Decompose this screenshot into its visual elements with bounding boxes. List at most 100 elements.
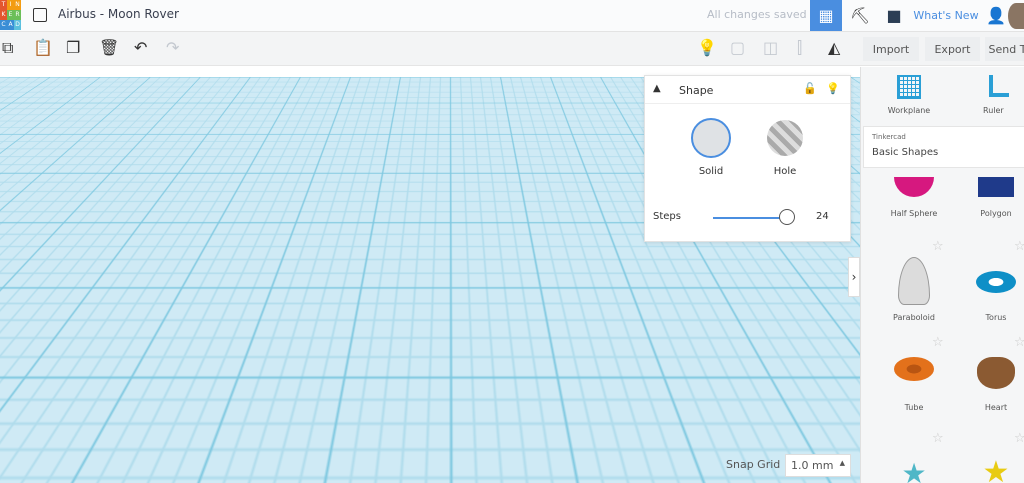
library-source: Tinkercad (872, 133, 906, 141)
avatar[interactable] (1008, 0, 1024, 31)
caret-icon: ▲ (839, 459, 845, 467)
resize-handle[interactable] (499, 329, 508, 338)
shape-star[interactable]: ★ (873, 457, 955, 483)
home-view-icon[interactable]: ⌂ (1, 160, 27, 186)
collapse-sidebar-button[interactable]: › (848, 257, 860, 297)
mirror-icon[interactable]: ◭ (828, 38, 840, 57)
paste-icon[interactable]: 📋 (33, 38, 53, 57)
pickaxe-icon[interactable]: ⛏ (843, 0, 877, 31)
export-button[interactable]: Export (925, 37, 980, 61)
favorite-star-icon[interactable]: ☆ (1014, 335, 1024, 350)
logo-letter: R (14, 10, 21, 20)
zoom-out-icon[interactable]: − (1, 271, 27, 297)
design-list-icon[interactable] (33, 8, 47, 22)
view-cube-front[interactable]: FRONT (14, 101, 58, 127)
rotate-handle-icon[interactable] (449, 346, 467, 351)
favorite-star-icon[interactable]: ☆ (932, 431, 944, 446)
3d-design-view-button[interactable]: ▦ (810, 0, 842, 31)
shape-inspector-panel: Shape ▲ 🔓 💡 Solid Hole Steps 24 (644, 75, 851, 242)
ruler-icon[interactable] (989, 75, 1009, 97)
align-icon[interactable]: ⫿ (797, 38, 802, 58)
ungroup-icon[interactable]: ◫ (763, 38, 778, 57)
height-handle-icon[interactable] (452, 203, 460, 215)
shape-library-select[interactable]: Tinkercad Basic Shapes (863, 126, 1024, 168)
view-cube[interactable]: TOP FRONT (13, 82, 59, 144)
whats-new-link[interactable]: What's New (912, 0, 980, 31)
resize-handle[interactable] (408, 262, 417, 271)
steps-slider[interactable] (713, 217, 787, 219)
favorite-star-icon[interactable]: ☆ (1014, 431, 1024, 446)
hole-label: Hole (773, 166, 797, 177)
solid-label: Solid (698, 166, 724, 177)
edit-toolbar: ⧉ 📋 ❐ 🗑 ↶ ↷ 💡 ▢ ◫ ⫿ ◭ Import Export Send… (0, 32, 1024, 66)
steps-label: Steps (653, 211, 681, 222)
lock-icon[interactable]: 🔓 (803, 82, 817, 95)
delete-icon[interactable]: 🗑 (99, 38, 119, 57)
logo-letter: A (7, 20, 14, 30)
shape-label: Half Sphere (890, 209, 938, 218)
undo-icon[interactable]: ↶ (134, 38, 147, 57)
favorite-star-icon[interactable]: ☆ (932, 335, 944, 350)
tinkercad-logo[interactable]: TIN KER CAD (0, 0, 22, 30)
annotation-arrow (289, 106, 454, 227)
workplane-button[interactable]: Workplane (881, 106, 937, 115)
redo-icon[interactable]: ↷ (166, 38, 179, 57)
logo-letter: N (14, 0, 21, 10)
resize-handle[interactable] (455, 223, 464, 232)
shape-half-sphere[interactable]: Half Sphere (873, 177, 955, 218)
shape-label: Polygon (980, 209, 1012, 218)
save-status: All changes saved (707, 8, 807, 21)
lightbulb-icon[interactable]: 💡 (697, 38, 717, 57)
collapse-icon[interactable]: ▲ (653, 83, 661, 94)
shape-heart[interactable]: Heart (955, 357, 1024, 412)
panel-title: Shape (645, 76, 850, 104)
solid-button[interactable] (691, 118, 731, 158)
lightbulb-icon[interactable]: 💡 (826, 82, 840, 95)
shape-polygon[interactable]: Polygon (955, 177, 1024, 218)
send-to-button[interactable]: Send T (985, 37, 1024, 61)
logo-letter: I (7, 0, 14, 10)
snap-grid-select[interactable]: 1.0 mm ▲ (785, 454, 851, 477)
view-cube-top[interactable]: TOP (14, 83, 58, 101)
edit-grid-button[interactable]: Edit Grid (789, 427, 845, 446)
group-icon[interactable]: ▢ (730, 38, 745, 57)
steps-value[interactable]: 24 (816, 211, 829, 222)
zoom-in-icon[interactable]: + (1, 234, 27, 260)
rotation-arc[interactable] (459, 160, 537, 238)
add-user-icon[interactable]: 👤 (985, 0, 1007, 31)
shapes-sidebar: Workplane Ruler Tinkercad Basic Shapes H… (860, 67, 1024, 483)
library-name: Basic Shapes (872, 147, 939, 158)
import-button[interactable]: Import (863, 37, 919, 61)
favorite-star-icon[interactable]: ☆ (1014, 239, 1024, 254)
workplane-canvas[interactable]: TOP FRONT ⌂ ⛶ + − ⬡ -90° Shape ▲ 🔓 💡 Sol… (0, 67, 860, 483)
perspective-icon[interactable]: ⬡ (1, 308, 27, 334)
shape-label: Paraboloid (893, 313, 935, 322)
logo-letter: C (0, 20, 7, 30)
steps-slider-thumb[interactable] (779, 209, 795, 225)
shape-paraboloid[interactable]: Paraboloid (873, 257, 955, 322)
logo-letter: K (0, 10, 7, 20)
fit-view-icon[interactable]: ⛶ (1, 197, 27, 223)
design-title[interactable]: Airbus - Moon Rover (58, 7, 179, 21)
shape-torus[interactable]: Torus (955, 257, 1024, 322)
resize-handle[interactable] (407, 329, 416, 338)
logo-letter: D (14, 20, 21, 30)
shape-star-solid[interactable]: ★ (955, 455, 1024, 483)
top-bar: TIN KER CAD Airbus - Moon Rover All chan… (0, 0, 1024, 32)
hole-button[interactable] (767, 120, 803, 156)
shape-label: Tube (904, 403, 924, 412)
shape-label: Torus (985, 313, 1007, 322)
copy-icon[interactable]: ⧉ (2, 38, 13, 58)
bricks-icon[interactable]: ■ (877, 0, 911, 31)
logo-letter: T (0, 0, 7, 10)
workplane-icon[interactable] (897, 75, 921, 99)
ruler-button[interactable]: Ruler (983, 106, 1004, 115)
snap-grid-label: Snap Grid (726, 458, 781, 471)
grid-icon: ▦ (818, 6, 834, 25)
shape-tube[interactable]: Tube (873, 357, 955, 412)
shape-label: Heart (984, 403, 1008, 412)
resize-handle[interactable] (491, 262, 500, 271)
favorite-star-icon[interactable]: ☆ (932, 239, 944, 254)
duplicate-icon[interactable]: ❐ (66, 38, 80, 57)
snap-grid-value: 1.0 mm (791, 459, 834, 472)
